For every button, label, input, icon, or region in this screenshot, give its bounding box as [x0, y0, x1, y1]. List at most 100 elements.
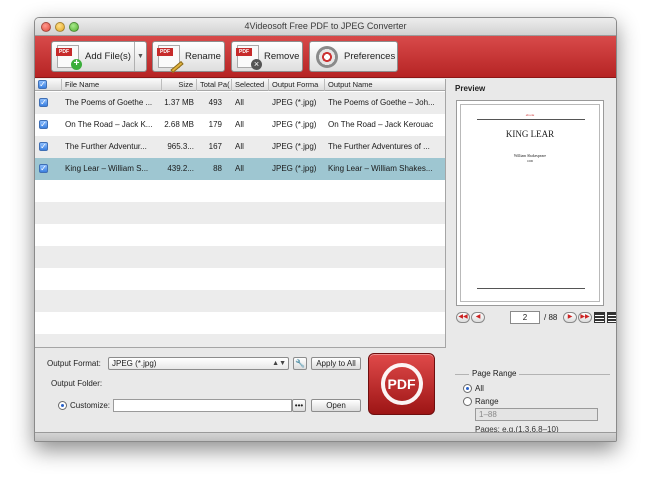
output-folder-input[interactable] [113, 399, 292, 412]
close-window-button[interactable] [41, 22, 51, 32]
add-files-button[interactable]: PDF + Add File(s) ▼ [51, 41, 147, 72]
convert-button[interactable]: PDF [368, 353, 435, 415]
range-all-radio[interactable] [463, 384, 472, 393]
empty-row [35, 334, 445, 347]
row-output-format[interactable]: JPEG (*.jpg) [272, 92, 324, 114]
row-selected[interactable]: All [235, 136, 265, 158]
customize-radio[interactable] [58, 401, 67, 410]
preview-page-author: William Shakespeare [513, 154, 547, 158]
preview-top-note: ebook [525, 113, 535, 117]
row-checkbox[interactable]: ✓ [39, 142, 48, 151]
pdf-remove-icon: PDF × [236, 45, 262, 70]
output-settings: Output Format: JPEG (*.jpg) ▲▼ 🔧 Apply t… [35, 349, 446, 432]
browse-folder-button[interactable]: ••• [292, 399, 306, 412]
wrench-icon: 🔧 [295, 359, 305, 368]
zoom-window-button[interactable] [69, 22, 79, 32]
rename-label: Rename [185, 51, 221, 62]
title-bar: 4Videosoft Free PDF to JPEG Converter [35, 18, 616, 36]
row-checkbox[interactable]: ✓ [39, 164, 48, 173]
gear-icon [316, 46, 338, 68]
customize-label: Customize: [70, 401, 111, 410]
preferences-button[interactable]: Preferences [309, 41, 398, 72]
table-row[interactable]: ✓ On The Road – Jack K... 2.68 MB 179 Al… [35, 114, 445, 136]
row-output-name[interactable]: On The Road – Jack Kerouac [328, 114, 444, 136]
double-page-view-icon[interactable] [607, 312, 616, 323]
file-list-header: ✓ File Name Size Total Pa( Selected Outp… [35, 79, 445, 91]
row-total-pages: 179 [208, 120, 222, 129]
header-size[interactable]: Size [162, 79, 197, 91]
row-file-name: The Poems of Goethe ... [65, 98, 153, 107]
row-selected[interactable]: All [235, 114, 265, 136]
last-page-button[interactable]: ▶▶ [578, 312, 592, 323]
next-page-button[interactable]: ▶ [563, 312, 577, 323]
table-row[interactable]: ✓ The Further Adventur... 965.3... 167 A… [35, 136, 445, 158]
row-total-pages: 493 [208, 98, 222, 107]
preview-rule-top [477, 119, 585, 120]
table-row[interactable]: ✓ The Poems of Goethe ... 1.37 MB 493 Al… [35, 92, 445, 114]
add-files-label: Add File(s) [85, 51, 131, 62]
header-output-name[interactable]: Output Name [325, 79, 445, 91]
preview-frame: ebook KING LEAR William Shakespeare 1606 [456, 100, 604, 306]
row-output-name[interactable]: The Poems of Goethe – Joh... [328, 92, 444, 114]
row-selected[interactable]: All [235, 158, 265, 180]
output-format-label: Output Format: [47, 359, 101, 368]
row-output-name[interactable]: King Lear – William Shakes... [328, 158, 444, 180]
row-size: 439.2... [167, 164, 194, 173]
apply-to-all-button[interactable]: Apply to All [311, 357, 361, 370]
select-all-header[interactable]: ✓ [35, 79, 62, 91]
row-checkbox[interactable]: ✓ [39, 98, 48, 107]
table-row-selected[interactable]: ✓ King Lear – William S... 439.2... 88 A… [35, 158, 445, 180]
row-checkbox[interactable]: ✓ [39, 120, 48, 129]
open-folder-button[interactable]: Open [311, 399, 361, 412]
preview-panel: Preview ebook KING LEAR William Shakespe… [447, 79, 616, 434]
row-output-format[interactable]: JPEG (*.jpg) [272, 158, 324, 180]
row-size: 965.3... [167, 142, 194, 151]
row-output-format[interactable]: JPEG (*.jpg) [272, 136, 324, 158]
output-folder-label: Output Folder: [51, 379, 103, 388]
toolbar: PDF + Add File(s) ▼ PDF Rename PDF × Remov… [35, 36, 616, 78]
pdf-add-icon: PDF + [56, 45, 82, 70]
row-total-pages: 167 [208, 142, 222, 151]
row-output-format[interactable]: JPEG (*.jpg) [272, 114, 324, 136]
rename-button[interactable]: PDF Rename [152, 41, 225, 74]
row-file-name: The Further Adventur... [65, 142, 147, 151]
empty-row [35, 202, 445, 224]
empty-row [35, 312, 445, 334]
row-size: 1.37 MB [164, 98, 194, 107]
range-all-label: All [475, 384, 484, 393]
output-format-value: JPEG (*.jpg) [112, 359, 157, 368]
empty-row [35, 290, 445, 312]
first-page-button[interactable]: ◀◀ [456, 312, 470, 323]
chevron-down-icon: ▲▼ [272, 360, 286, 367]
format-settings-button[interactable]: 🔧 [293, 357, 307, 370]
header-output-format[interactable]: Output Forma [269, 79, 325, 91]
select-all-checkbox[interactable]: ✓ [38, 80, 47, 89]
row-size: 2.68 MB [164, 120, 194, 129]
minimize-window-button[interactable] [55, 22, 65, 32]
empty-row [35, 246, 445, 268]
range-input[interactable]: 1–88 [475, 408, 598, 421]
prev-page-button[interactable]: ◀ [471, 312, 485, 323]
header-file-name[interactable]: File Name [62, 79, 162, 91]
preferences-label: Preferences [344, 51, 396, 62]
pdf-rename-icon: PDF [157, 45, 184, 74]
range-custom-radio[interactable] [463, 397, 472, 406]
add-files-dropdown-icon[interactable]: ▼ [134, 42, 146, 71]
remove-button[interactable]: PDF × Remove [231, 41, 303, 72]
header-selected[interactable]: Selected [232, 79, 269, 91]
row-selected[interactable]: All [235, 92, 265, 114]
empty-row [35, 268, 445, 290]
preview-page-title: KING LEAR [505, 129, 555, 139]
row-output-name[interactable]: The Further Adventures of ... [328, 136, 444, 158]
empty-row [35, 224, 445, 246]
header-total-pages[interactable]: Total Pa( [197, 79, 232, 91]
preview-page-image: ebook KING LEAR William Shakespeare 1606 [460, 104, 600, 302]
page-number-input[interactable]: 2 [510, 311, 540, 324]
range-custom-label: Range [475, 397, 499, 406]
single-page-view-icon[interactable] [594, 312, 605, 323]
convert-pdf-label: PDF [387, 376, 416, 392]
preview-rule-bottom [477, 288, 585, 289]
empty-row [35, 180, 445, 202]
preview-title: Preview [455, 84, 486, 93]
output-format-select[interactable]: JPEG (*.jpg) ▲▼ [108, 357, 289, 370]
